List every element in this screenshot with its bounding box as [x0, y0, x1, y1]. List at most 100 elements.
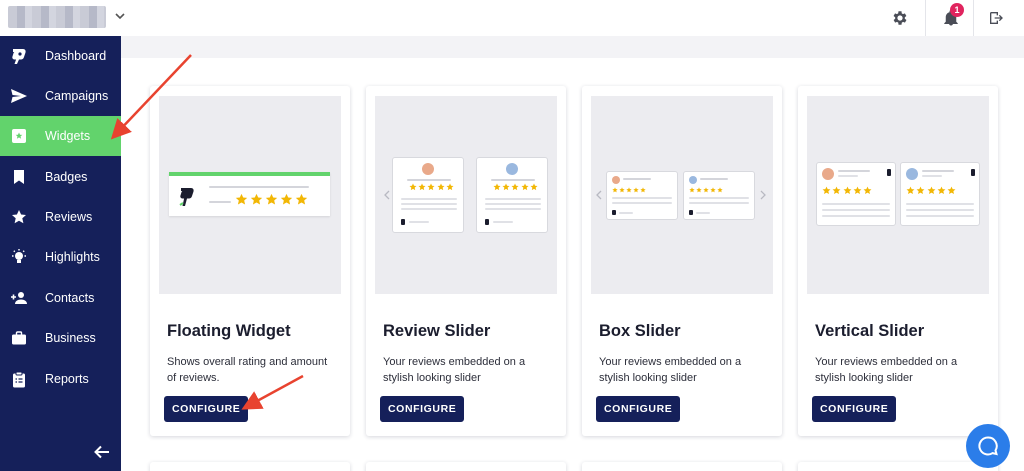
sidebar: Dashboard Campaigns Widgets Badges Revie…	[0, 36, 121, 471]
widget-card-box-slider: Box Slider Your reviews embedded on a st…	[582, 86, 782, 436]
widget-preview	[591, 96, 773, 294]
star-icon	[822, 186, 831, 194]
star-icon	[265, 193, 278, 205]
star-icon	[10, 208, 28, 226]
star-icon	[927, 186, 936, 194]
star-icon	[696, 187, 702, 193]
star-icon	[703, 187, 709, 193]
configure-button[interactable]: CONFIGURE	[596, 396, 681, 422]
logo-icon	[179, 188, 194, 206]
sidebar-item-label: Contacts	[45, 291, 95, 305]
star-icon	[937, 186, 946, 194]
star-icon	[521, 183, 529, 191]
widget-card-partial	[150, 462, 350, 471]
sidebar-item-badges[interactable]: Badges	[0, 157, 121, 197]
star-icon	[250, 193, 263, 205]
notification-count-badge: 1	[950, 3, 964, 17]
send-icon	[10, 87, 28, 105]
chevron-left-icon	[384, 190, 390, 200]
star-icon	[427, 183, 435, 191]
widget-title: Floating Widget	[167, 322, 291, 340]
floating-widget-mock	[169, 172, 330, 216]
sidebar-item-label: Dashboard	[45, 49, 107, 63]
sidebar-item-widgets[interactable]: Widgets	[0, 116, 121, 156]
widget-title: Review Slider	[383, 322, 491, 340]
star-icon	[493, 183, 501, 191]
chevron-down-icon[interactable]	[113, 9, 127, 23]
star-icon	[716, 187, 723, 193]
star-icon	[418, 183, 426, 191]
review-card-mock	[816, 162, 896, 226]
rating-stars	[689, 187, 723, 193]
star-icon	[612, 187, 618, 193]
sidebar-item-label: Business	[45, 331, 96, 345]
sidebar-item-reports[interactable]: Reports	[0, 359, 121, 399]
star-icon	[863, 186, 872, 194]
logout-icon[interactable]	[985, 7, 1007, 29]
widget-card-vertical-slider: Vertical Slider Your reviews embedded on…	[798, 86, 998, 436]
star-icon	[437, 183, 445, 191]
star-icon	[853, 186, 862, 194]
sidebar-item-reviews[interactable]: Reviews	[0, 197, 121, 237]
arrow-left-icon[interactable]	[93, 443, 111, 461]
widget-title: Box Slider	[599, 322, 681, 340]
star-icon	[710, 187, 716, 193]
widget-card-partial	[582, 462, 782, 471]
widget-card-partial	[366, 462, 566, 471]
chevron-left-icon	[596, 190, 602, 200]
briefcase-icon	[10, 329, 28, 347]
star-icon	[502, 183, 510, 191]
widget-description: Shows overall rating and amount of revie…	[167, 356, 328, 384]
configure-button[interactable]: CONFIGURE	[812, 396, 897, 422]
star-icon	[916, 186, 925, 194]
star-icon	[446, 183, 454, 191]
chat-bubble-icon	[978, 436, 998, 456]
rating-stars	[822, 186, 874, 195]
star-icon	[639, 187, 646, 193]
widget-preview	[375, 96, 557, 294]
sidebar-item-dashboard[interactable]: Dashboard	[0, 36, 121, 76]
sidebar-item-label: Campaigns	[45, 89, 109, 103]
review-card-mock	[476, 157, 548, 233]
widget-card-review-slider: Review Slider Your reviews embedded on a…	[366, 86, 566, 436]
widget-card-partial	[798, 462, 998, 471]
widget-preview	[807, 96, 989, 294]
chat-bubble-button[interactable]	[966, 424, 1010, 468]
widget-preview	[159, 96, 341, 294]
star-icon	[633, 187, 639, 193]
star-icon	[530, 183, 538, 191]
rating-stars	[906, 186, 958, 195]
sidebar-item-label: Badges	[45, 170, 88, 184]
bookmark-icon	[10, 168, 28, 186]
rating-stars	[235, 193, 310, 206]
sidebar-item-contacts[interactable]: Contacts	[0, 278, 121, 318]
review-card-mock	[900, 162, 980, 226]
sidebar-item-label: Highlights	[45, 250, 100, 264]
star-icon	[906, 186, 915, 194]
top-bar: 1	[0, 0, 1024, 36]
gear-icon[interactable]	[889, 7, 911, 29]
rating-stars	[493, 183, 539, 191]
sidebar-item-highlights[interactable]: Highlights	[0, 237, 121, 277]
widget-description: Your reviews embedded on a stylish looki…	[815, 356, 958, 384]
configure-button[interactable]: CONFIGURE	[164, 396, 249, 422]
sidebar-item-campaigns[interactable]: Campaigns	[0, 76, 121, 116]
account-name-blurred[interactable]	[8, 6, 106, 28]
star-icon	[280, 193, 292, 205]
chevron-right-icon	[760, 190, 766, 200]
rating-stars	[612, 187, 646, 193]
review-card-mock	[392, 157, 464, 233]
widget-title: Vertical Slider	[815, 322, 925, 340]
review-card-mock	[606, 171, 678, 220]
configure-button[interactable]: CONFIGURE	[380, 396, 465, 422]
star-icon	[843, 186, 852, 194]
sidebar-item-label: Reviews	[45, 210, 93, 224]
star-icon	[947, 186, 956, 194]
star-icon	[295, 193, 307, 205]
star-icon	[689, 187, 695, 193]
clipboard-icon	[10, 370, 28, 388]
review-card-mock	[683, 171, 755, 220]
widget-icon	[10, 127, 28, 145]
star-icon	[832, 186, 841, 194]
sidebar-item-business[interactable]: Business	[0, 318, 121, 358]
